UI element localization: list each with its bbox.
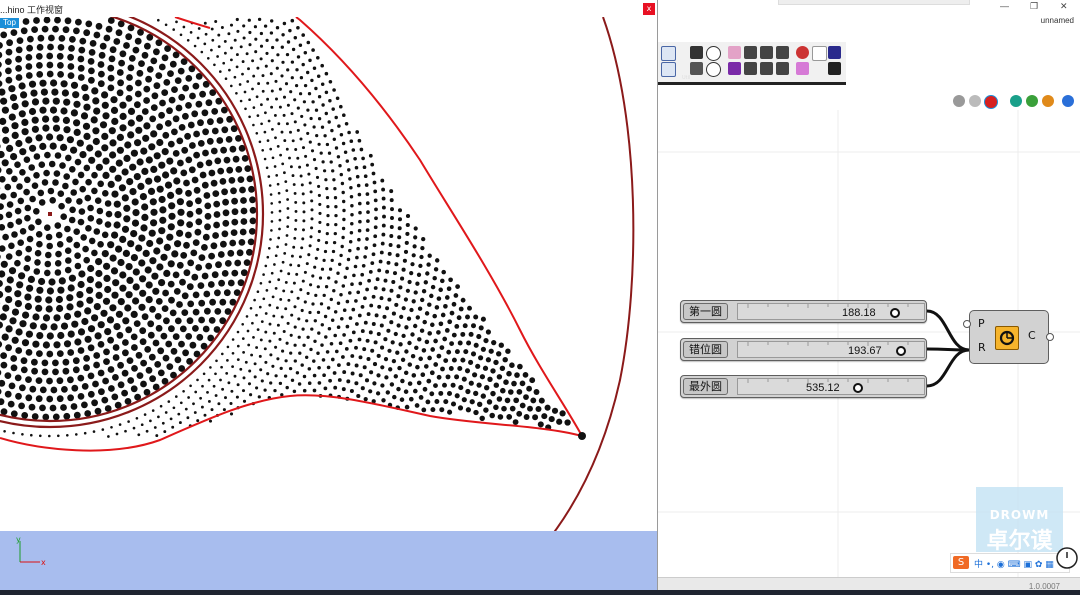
slider-grip[interactable] bbox=[890, 308, 900, 318]
viewport-ground-band bbox=[0, 531, 657, 590]
slider-label: 错位圆 bbox=[683, 341, 728, 358]
slider-track[interactable]: 193.67 bbox=[737, 341, 925, 358]
viewport-name-tab[interactable]: Top bbox=[0, 18, 19, 28]
slider-outermost-circle[interactable]: 最外圆 535.12 bbox=[680, 375, 927, 398]
close-icon[interactable]: x bbox=[643, 3, 655, 15]
taskbar bbox=[0, 590, 1080, 595]
watermark-logo: DROWM 卓尔谟 bbox=[976, 487, 1063, 554]
slider-value: 193.67 bbox=[848, 345, 882, 357]
slider-track[interactable]: 188.18 bbox=[737, 303, 925, 320]
viewport-drawing[interactable] bbox=[0, 17, 657, 590]
slider-track[interactable]: 535.12 bbox=[737, 378, 925, 395]
axis-y-label: y bbox=[16, 535, 21, 544]
world-axes-icon: y x bbox=[16, 535, 46, 567]
slider-grip[interactable] bbox=[853, 383, 863, 393]
grasshopper-canvas[interactable]: — ❐ ✕ unnamed Util 第一圆 188.18 错位圆 193.67… bbox=[658, 0, 1080, 595]
component-port-dots bbox=[963, 320, 1054, 341]
slider-offset-circle[interactable]: 错位圆 193.67 bbox=[680, 338, 927, 361]
toolbar-group-label: Util bbox=[682, 75, 691, 81]
sogou-logo-icon: S bbox=[953, 556, 969, 569]
center-point bbox=[48, 212, 52, 216]
slider-value: 188.18 bbox=[842, 307, 876, 319]
slider-first-circle[interactable]: 第一圆 188.18 bbox=[680, 300, 927, 323]
slider-label: 第一圆 bbox=[683, 303, 728, 320]
clock-widget-icon bbox=[1056, 547, 1078, 569]
ime-toolbar[interactable]: S 中 •, ◉ ⌨ ▣ ✿ ▦ bbox=[950, 553, 1070, 573]
rhino-viewport-window: ...hino 工作视窗 x Top y x bbox=[0, 0, 658, 590]
curve-endpoint bbox=[578, 432, 586, 440]
slider-label: 最外圆 bbox=[683, 378, 728, 395]
dot-pattern bbox=[0, 17, 571, 438]
ime-icons: 中 •, ◉ ⌨ ▣ ✿ ▦ bbox=[974, 560, 1054, 570]
rhino-window-title: ...hino 工作视窗 bbox=[0, 5, 64, 15]
slider-grip[interactable] bbox=[896, 346, 906, 356]
outermost-circle-arc bbox=[499, 17, 635, 590]
axis-x-label: x bbox=[41, 558, 46, 567]
rhino-titlebar: ...hino 工作视窗 x bbox=[0, 0, 657, 17]
slider-value: 535.12 bbox=[806, 382, 840, 394]
